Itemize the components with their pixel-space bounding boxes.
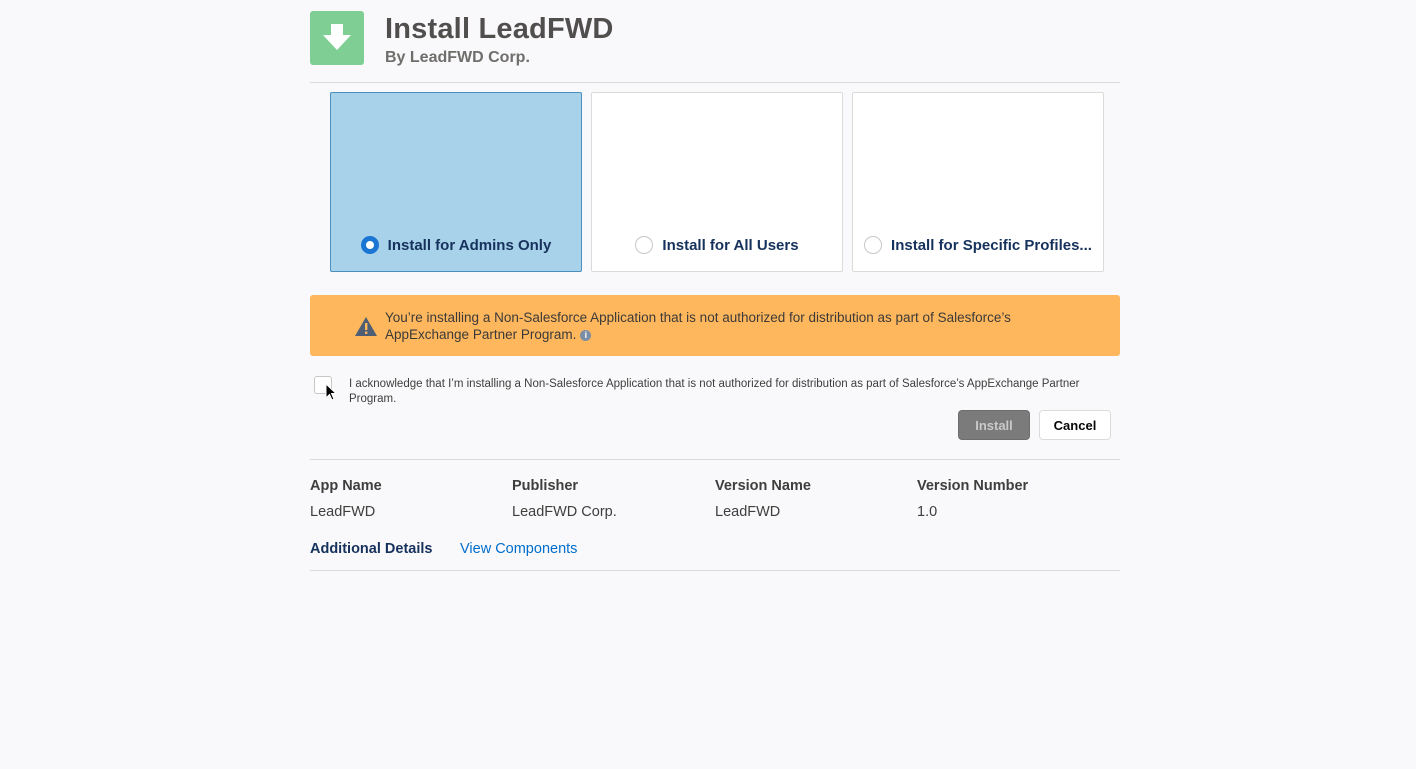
page-title: Install LeadFWD bbox=[385, 13, 614, 45]
option-label: Install for All Users bbox=[662, 236, 799, 254]
version-name-column: Version Name LeadFWD bbox=[715, 478, 811, 520]
radio-button[interactable] bbox=[864, 236, 883, 254]
option-label: Install for Admins Only bbox=[387, 236, 552, 254]
option-admins-only[interactable]: Install for Admins Only bbox=[330, 92, 582, 272]
page-header: Install LeadFWD By LeadFWD Corp. bbox=[310, 11, 1120, 83]
bottom-divider bbox=[310, 570, 1120, 571]
warning-text: You’re installing a Non-Salesforce Appli… bbox=[385, 310, 1011, 342]
radio-button[interactable] bbox=[635, 236, 654, 254]
info-icon[interactable]: i bbox=[580, 329, 592, 341]
view-components-link[interactable]: View Components bbox=[460, 541, 577, 557]
install-options: Install for Admins Only Install for All … bbox=[330, 92, 1105, 272]
option-all-users[interactable]: Install for All Users bbox=[591, 92, 843, 272]
version-number-column: Version Number 1.0 bbox=[917, 478, 1028, 520]
section-divider bbox=[310, 459, 1120, 460]
publisher-column: Publisher LeadFWD Corp. bbox=[512, 478, 617, 520]
install-page: Install LeadFWD By LeadFWD Corp. Install… bbox=[0, 0, 1416, 769]
warning-triangle-icon bbox=[354, 316, 378, 342]
option-specific-profiles[interactable]: Install for Specific Profiles... bbox=[852, 92, 1104, 272]
option-label: Install for Specific Profiles... bbox=[891, 236, 1092, 254]
install-button[interactable]: Install bbox=[958, 410, 1030, 440]
cancel-button[interactable]: Cancel bbox=[1039, 410, 1111, 440]
publisher-value: LeadFWD Corp. bbox=[512, 504, 617, 520]
acknowledge-text: I acknowledge that I’m installing a Non-… bbox=[349, 378, 1080, 405]
version-name-label: Version Name bbox=[715, 478, 811, 494]
warning-banner: You’re installing a Non-Salesforce Appli… bbox=[310, 295, 1120, 356]
app-name-label: App Name bbox=[310, 478, 382, 494]
mouse-cursor-icon bbox=[325, 382, 338, 406]
app-name-value: LeadFWD bbox=[310, 504, 376, 520]
additional-details-label: Additional Details bbox=[310, 541, 433, 557]
app-name-column: App Name LeadFWD bbox=[310, 478, 382, 520]
publisher-subtitle: By LeadFWD Corp. bbox=[385, 49, 530, 66]
version-number-value: 1.0 bbox=[917, 504, 938, 520]
radio-button-checked[interactable] bbox=[360, 236, 379, 254]
version-name-value: LeadFWD bbox=[715, 504, 781, 520]
download-arrow-icon bbox=[310, 11, 364, 65]
version-number-label: Version Number bbox=[917, 478, 1029, 494]
publisher-label: Publisher bbox=[512, 478, 579, 494]
